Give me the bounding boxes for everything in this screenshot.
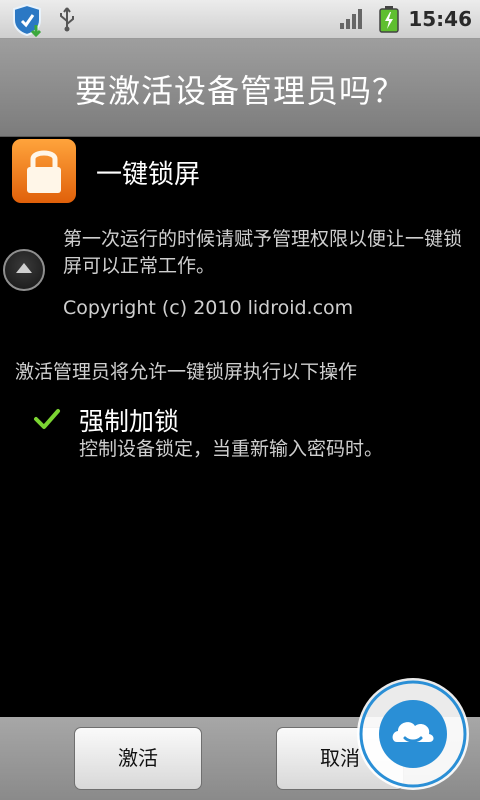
dialog-title-bar: 要激活设备管理员吗？: [0, 39, 480, 137]
usb-icon: [60, 7, 74, 32]
expand-collapse-button[interactable]: [3, 249, 45, 291]
app-name: 一键锁屏: [96, 160, 201, 190]
lock-icon: [12, 139, 76, 203]
hicloud-watermark-logo: [357, 678, 469, 790]
dialog-title: 要激活设备管理员吗？: [74, 72, 405, 110]
device-admin-screen: 15:46 要激活设备管理员吗？ 一键锁屏 第一次运行的时候请赋予管理权限以便让…: [0, 0, 480, 800]
permission-description: 控制设备锁定，当重新输入密码时。: [79, 438, 384, 460]
permissions-intro: 激活管理员将允许一键锁屏执行以下操作: [15, 361, 358, 383]
app-description: 第一次运行的时候请赋予管理权限以便让一键锁屏可以正常工作。: [63, 228, 463, 277]
chevron-up-icon: [16, 263, 32, 273]
permission-title: 强制加锁: [79, 407, 180, 436]
signal-icon: [340, 9, 362, 29]
activate-button[interactable]: 激活: [74, 727, 202, 790]
battery-charging-icon: [379, 6, 399, 33]
check-icon: [34, 409, 60, 429]
status-bar: 15:46: [0, 0, 480, 39]
status-time: 15:46: [408, 7, 472, 31]
app-copyright: Copyright (c) 2010 lidroid.com: [63, 297, 354, 319]
shield-icon: [13, 3, 42, 37]
